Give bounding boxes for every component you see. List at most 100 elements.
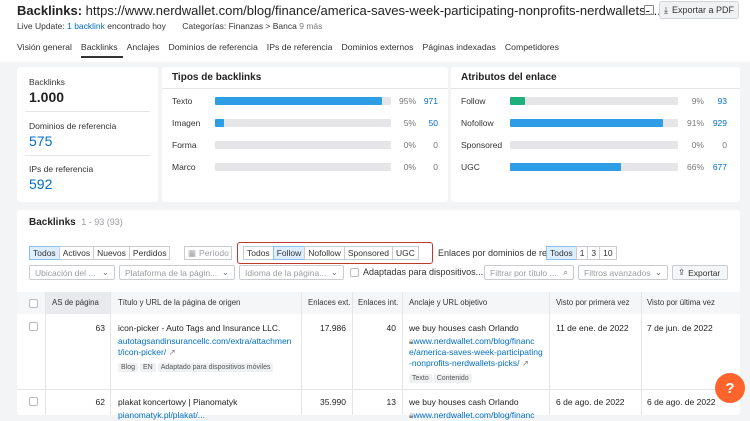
page-title: Backlinks: https://www.nerdwallet.com/bl… — [17, 3, 661, 18]
filter-type-all-button[interactable]: Todos — [243, 246, 274, 260]
filter-all-button[interactable]: Todos — [29, 246, 60, 260]
filter-ugc-button[interactable]: UGC — [391, 246, 419, 260]
filter-lost-button[interactable]: Perdidos — [128, 246, 171, 260]
tag-content: Contenido — [433, 374, 472, 383]
mobile-friendly-checkbox[interactable]: Adaptadas para dispositivos... — [350, 267, 483, 277]
chevron-down-icon: ⌄ — [101, 267, 109, 277]
per-domain-10-button[interactable]: 10 — [599, 246, 617, 260]
platform-select[interactable]: Plataforma de la págin... ⌄ — [119, 265, 235, 280]
live-update-link[interactable]: 1 backlink — [67, 21, 105, 31]
tab-competitors[interactable]: Competidores — [505, 42, 564, 58]
bar-track — [510, 163, 678, 171]
external-link-icon[interactable] — [644, 5, 654, 15]
tab-referring-ips[interactable]: IPs de referencia — [267, 42, 338, 58]
row-count[interactable]: 971 — [414, 96, 438, 106]
referring-ips-value[interactable]: 592 — [29, 176, 93, 192]
advanced-filters-select[interactable]: Filtros avanzados ⌄ — [578, 265, 668, 280]
row-percent: 95% — [398, 96, 416, 106]
bar-track — [215, 163, 391, 171]
col-first-seen[interactable]: Visto por primera vez — [556, 298, 630, 307]
row-checkbox[interactable] — [29, 397, 38, 406]
row-count[interactable]: 93 — [703, 96, 727, 106]
tab-outbound-domains[interactable]: Dominios externos — [341, 42, 418, 58]
source-tags: Blog EN Adaptado para dispositivos móviles — [118, 361, 275, 372]
export-button[interactable]: ⇪ Exportar — [672, 265, 728, 280]
export-pdf-button[interactable]: ⤓ Exportar a PDF — [659, 1, 739, 19]
row-percent: 0% — [691, 140, 704, 150]
metrics-card: Backlinks 1.000 Dominios de referencia 5… — [17, 67, 158, 202]
title-search-input[interactable]: Filtrar por título ... ⌕ — [484, 265, 574, 280]
row-count[interactable]: 677 — [703, 162, 727, 172]
page-header: Backlinks: https://www.nerdwallet.com/bl… — [0, 0, 750, 62]
col-anchor-target[interactable]: Anclaje y URL objetivo — [409, 298, 487, 307]
export-pdf-label: Exportar a PDF — [671, 5, 734, 15]
bar-track — [215, 141, 391, 149]
row-count[interactable]: 50 — [414, 118, 438, 128]
tab-overview[interactable]: Visión general — [17, 42, 77, 58]
tab-indexed-pages[interactable]: Páginas indexadas — [422, 42, 500, 58]
tab-referring-domains[interactable]: Dominios de referencia — [168, 42, 262, 58]
page-as-value: 62 — [95, 397, 105, 407]
row-percent: 66% — [686, 162, 704, 172]
row-percent: 91% — [686, 118, 704, 128]
source-title: plakat koncertowy | Pianomatyk — [118, 397, 238, 407]
tab-anchors[interactable]: Anclajes — [127, 42, 165, 58]
col-page-as[interactable]: AS de página — [52, 298, 99, 307]
source-url-link-cont[interactable]: t/icon-picker/ — [118, 347, 166, 357]
help-button[interactable]: ? — [715, 373, 745, 403]
row-label: Nofollow — [461, 118, 494, 128]
tab-bar: Visión general Backlinks Anclajes Domini… — [17, 42, 568, 58]
row-count: 0 — [722, 140, 727, 150]
filter-sponsored-button[interactable]: Sponsored — [343, 246, 393, 260]
source-url-link[interactable]: pianomatyk.pl/plakat/... — [118, 410, 205, 420]
backlinks-range: 1 - 93 (93) — [81, 217, 123, 227]
per-domain-all-button[interactable]: Todos — [546, 246, 577, 260]
per-domain-group: Todos 1 3 10 — [546, 246, 617, 260]
chevron-down-icon: ⌄ — [330, 267, 338, 277]
source-url-link[interactable]: autotagsandinsurancellc.com/extra/attach… — [118, 336, 291, 346]
filter-follow-button[interactable]: Follow — [272, 246, 306, 260]
per-domain-label: Enlaces por dominios de ref. — [438, 248, 553, 258]
col-last-seen[interactable]: Visto por última vez — [647, 298, 715, 307]
url-location-select[interactable]: Ubicación del ... ⌄ — [29, 265, 115, 280]
select-all-checkbox[interactable] — [29, 299, 38, 308]
period-button[interactable]: ▦ Período — [184, 246, 232, 260]
col-source-title[interactable]: Título y URL de la página de origen — [118, 298, 240, 307]
language-select[interactable]: Idioma de la página... ⌄ — [239, 265, 344, 280]
target-url-link-end[interactable]: -nonprofits-nerdwallets-picks/ — [409, 358, 520, 368]
bar-fill — [510, 97, 526, 105]
col-ext-links[interactable]: Enlaces ext. — [308, 298, 350, 307]
checkbox[interactable] — [350, 267, 359, 277]
row-label: Follow — [461, 96, 486, 106]
tag-blog: Blog — [118, 363, 139, 372]
row-checkbox[interactable] — [29, 322, 38, 331]
filter-new-button[interactable]: Nuevos — [93, 246, 130, 260]
row-count: 0 — [433, 162, 438, 172]
row-label: Imagen — [172, 118, 201, 128]
categories-more[interactable]: 9 más — [299, 21, 322, 31]
col-int-links[interactable]: Enlaces int. — [358, 298, 398, 307]
question-icon: ? — [725, 379, 735, 397]
tag-language: EN — [140, 363, 156, 372]
external-link-icon[interactable]: ↗ — [522, 358, 529, 368]
backlink-types-title: Tipos de backlinks — [172, 72, 262, 83]
status-filter-group: Todos Activos Nuevos Perdidos — [29, 246, 171, 260]
link-attributes-card: Atributos del enlace Follow 9% 93 Nofollow 9… — [451, 67, 740, 202]
tag-mobile: Adaptado para dispositivos móviles — [157, 363, 274, 372]
tab-backlinks[interactable]: Backlinks — [80, 42, 123, 58]
target-url-link-cont[interactable]: e/america-saves-week-participating — [409, 347, 543, 357]
target-url-link[interactable]: www.nerdwallet.com/blog/financ — [414, 410, 535, 420]
external-link-icon[interactable]: ↗ — [169, 347, 176, 357]
referring-domains-value[interactable]: 575 — [29, 133, 116, 149]
target-url-link[interactable]: www.nerdwallet.com/blog/financ — [414, 336, 535, 346]
bar-fill — [215, 119, 224, 127]
period-label: Período — [199, 248, 229, 258]
calendar-icon: ▦ — [188, 247, 197, 258]
anchor-text: we buy houses cash Orlando — [409, 323, 519, 333]
int-links-value: 40 — [386, 323, 396, 333]
referring-ips-label: IPs de referencia — [29, 164, 94, 174]
bar-fill — [215, 97, 383, 105]
filter-active-button[interactable]: Activos — [58, 246, 95, 260]
filter-nofollow-button[interactable]: Nofollow — [304, 246, 345, 260]
row-count[interactable]: 929 — [703, 118, 727, 128]
